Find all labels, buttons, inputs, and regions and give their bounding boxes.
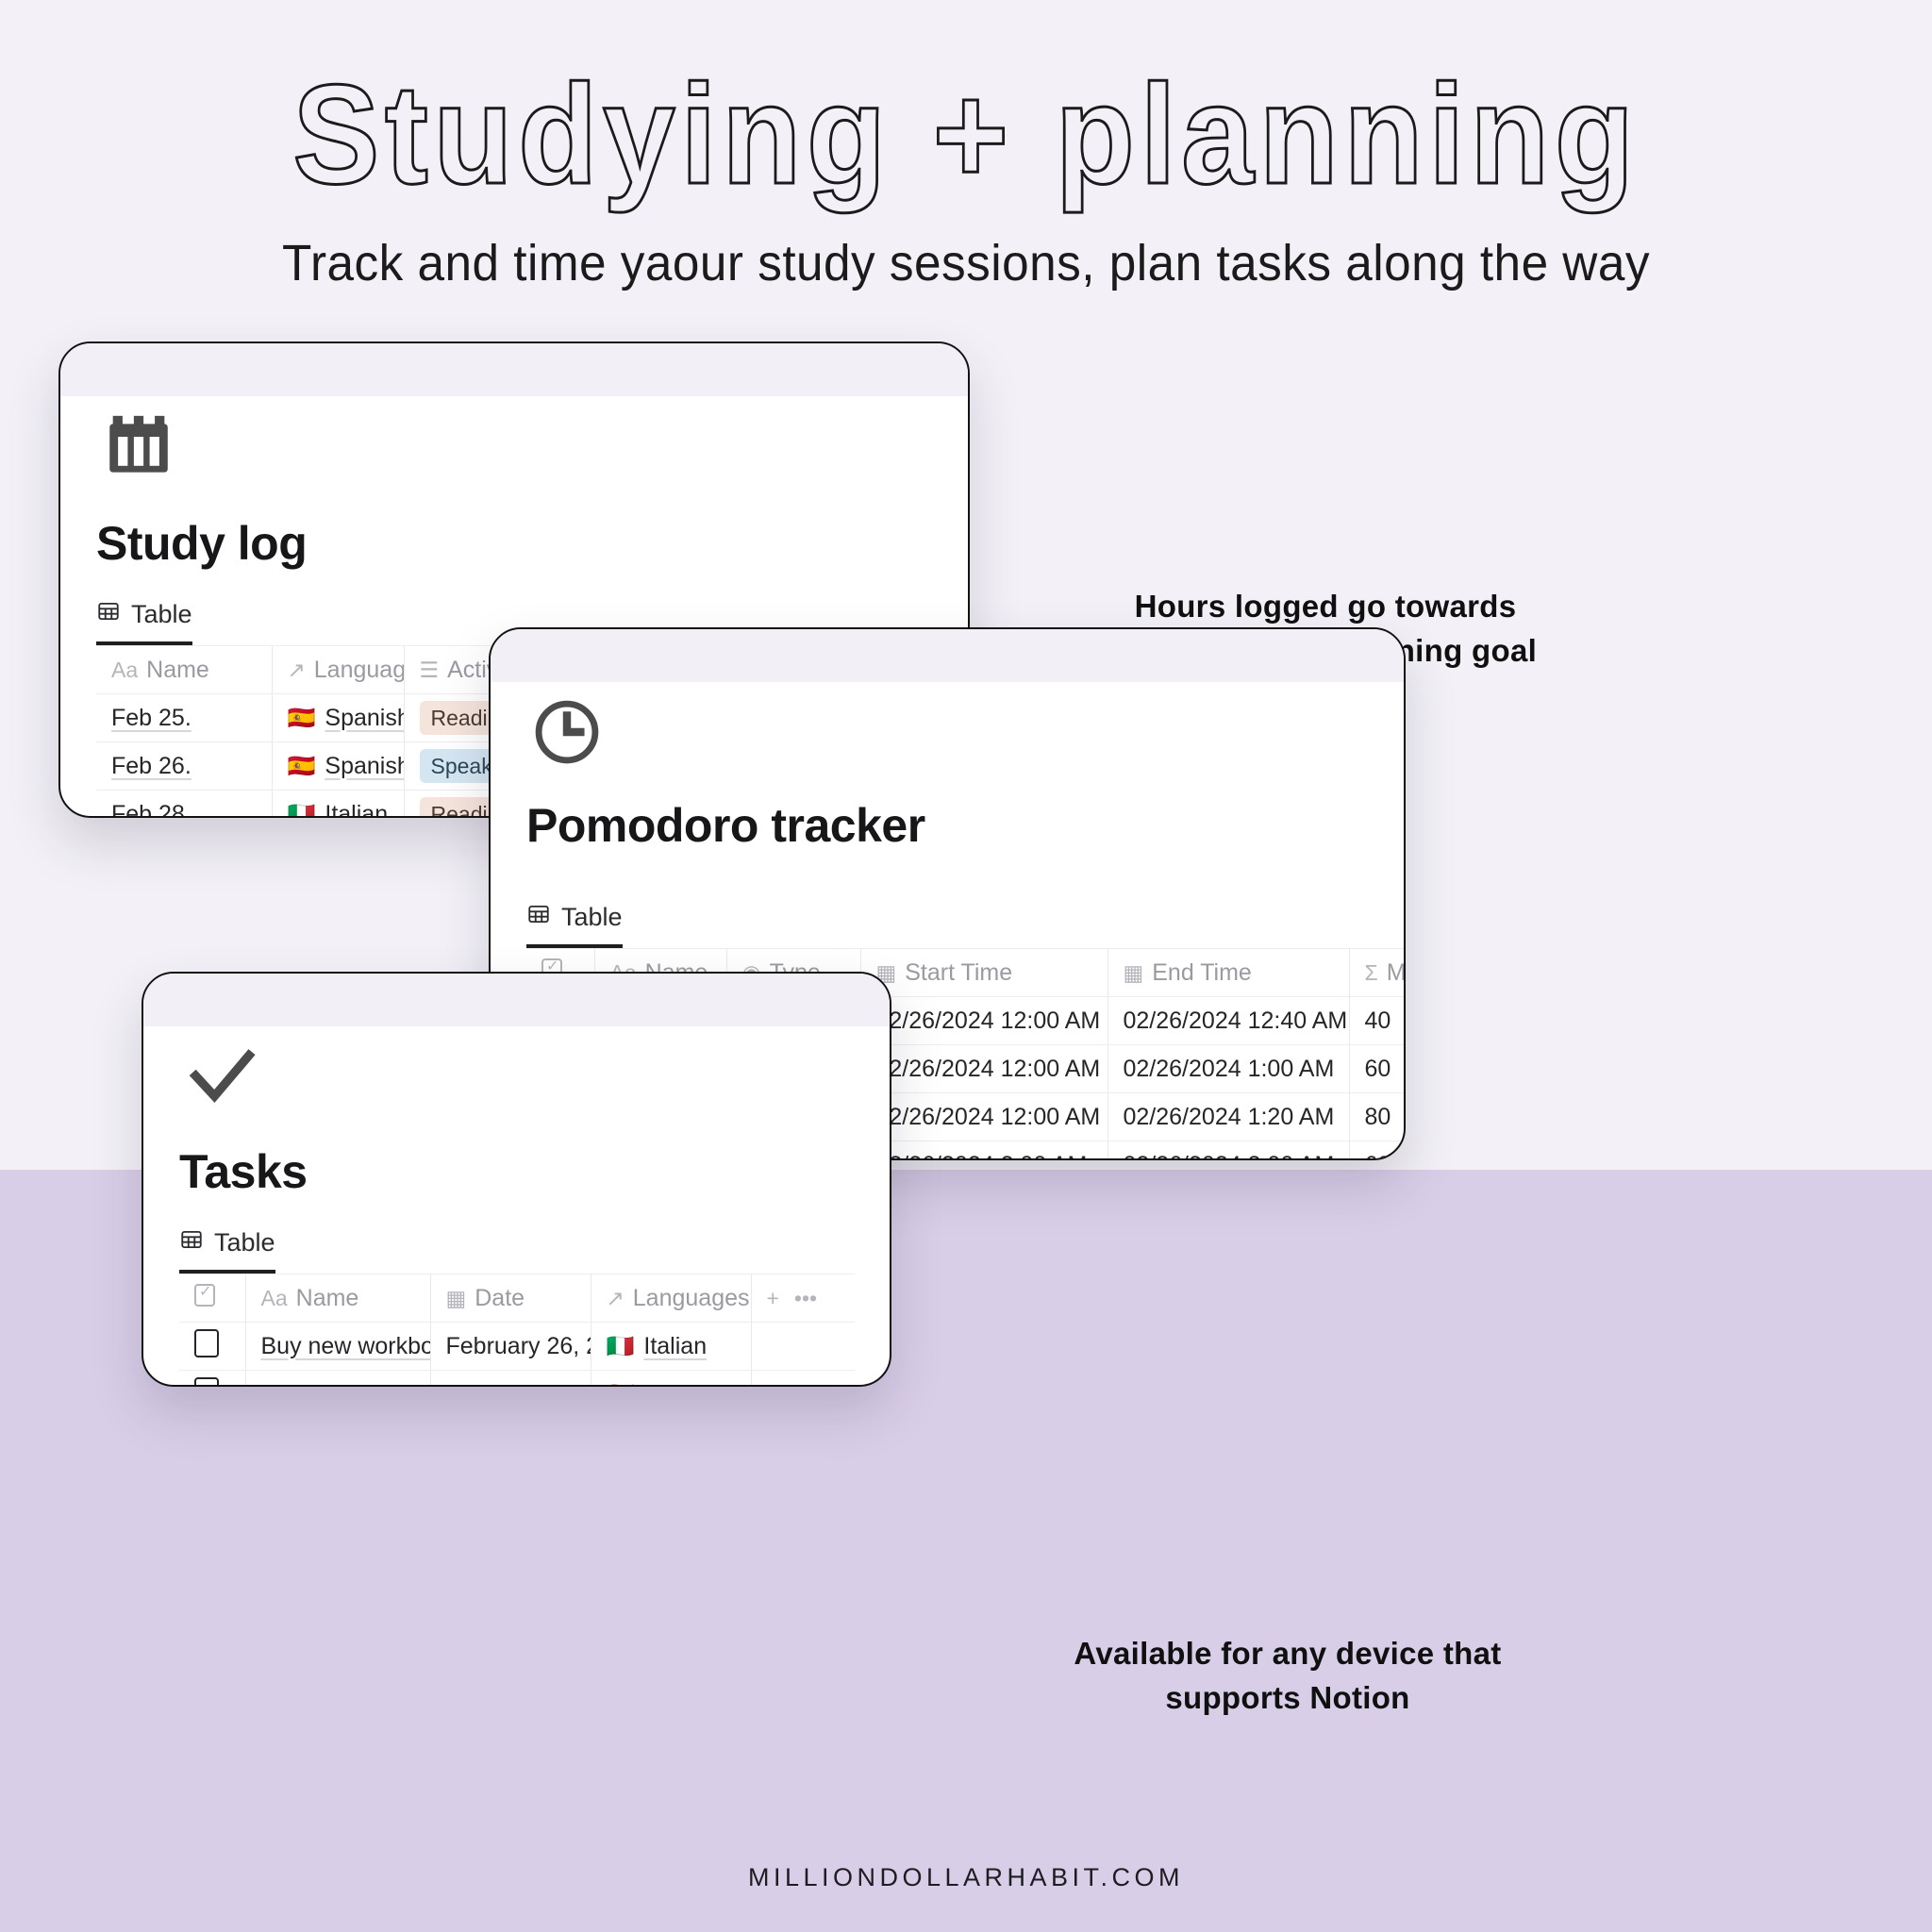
page-header: Studying + planning Track and time yaour… [0, 0, 1932, 292]
relation-icon: ↗ [606, 1285, 625, 1310]
table-view-icon [96, 599, 121, 630]
cell-start-time[interactable]: 02/26/2024 12:00 AM [860, 996, 1108, 1045]
cell-name[interactable]: Feb 28. [96, 790, 273, 816]
col-name[interactable]: AaName [96, 645, 273, 694]
more-options-icon[interactable]: ••• [794, 1286, 817, 1310]
cell-end-time[interactable]: 02/26/2024 1:20 AM [1108, 1092, 1350, 1141]
page-subtitle: Track and time yaour study sessions, pla… [282, 235, 1650, 291]
annotation-any-device: Available for any device that supports N… [1074, 1636, 1502, 1715]
calendar-icon: ▦ [445, 1285, 467, 1310]
study-log-topbar [60, 343, 968, 396]
table-view-icon [526, 902, 551, 933]
tab-table-label: Table [131, 600, 192, 628]
cell-date[interactable]: February 26, 2024 [430, 1322, 591, 1371]
clock-icon [530, 695, 1368, 774]
col-minutes[interactable]: ΣMinutes [1349, 948, 1404, 997]
cell-start-time[interactable]: 02/26/2024 2:00 AM [860, 1141, 1108, 1158]
pomodoro-view-tabs[interactable]: Table [526, 902, 1368, 948]
flag-icon: 🇪🇸 [607, 1382, 635, 1386]
bank-icon [100, 409, 932, 491]
tab-table-label: Table [214, 1228, 275, 1257]
cell-language[interactable]: 🇮🇹 Italian [272, 790, 405, 818]
table-row[interactable]: Buy new workbook February 26, 2024 🇮🇹Ita… [179, 1322, 855, 1371]
tasks-view-tabs[interactable]: Table [179, 1227, 854, 1274]
table-row[interactable]: Organize notes February 27, 2024 🇪🇸Spani… [179, 1370, 855, 1386]
cell-spacer [751, 1370, 855, 1385]
tasks-card[interactable]: Tasks Table AaName ▦Date ↗Languages [142, 972, 891, 1387]
footer-url: MILLIONDOLLARHABIT.COM [747, 1863, 1185, 1891]
cell-name[interactable]: Buy new workbook [245, 1322, 431, 1371]
cell-end-time[interactable]: 02/26/2024 12:40 AM [1108, 996, 1350, 1045]
tasks-title: Tasks [179, 1145, 308, 1198]
multiselect-icon: ☰ [419, 657, 440, 682]
cell-minutes[interactable]: 40 [1349, 996, 1404, 1045]
study-log-title: Study log [96, 517, 308, 570]
text-type-icon: Aa [111, 657, 139, 682]
formula-icon: Σ [1364, 959, 1378, 985]
cell-name[interactable]: Organize notes [245, 1370, 431, 1385]
pomodoro-topbar [491, 629, 1404, 682]
col-date[interactable]: ▦Date [430, 1274, 591, 1323]
cell-spacer [751, 1322, 855, 1371]
pomodoro-title: Pomodoro tracker [526, 799, 925, 852]
tasks-topbar [143, 974, 890, 1026]
row-checkbox [194, 1328, 219, 1357]
cell-start-time[interactable]: 02/26/2024 12:00 AM [860, 1044, 1108, 1093]
cell-end-time[interactable]: 02/26/2024 1:00 AM [1108, 1044, 1350, 1093]
cell-name[interactable]: Feb 25. [96, 693, 273, 742]
checkbox-column-icon [194, 1282, 215, 1307]
flag-icon: 🇮🇹 [287, 801, 316, 818]
col-languages[interactable]: ↗Languages [591, 1274, 752, 1323]
cell-language[interactable]: 🇪🇸Spanish [272, 693, 405, 742]
tab-table-label: Table [561, 903, 623, 931]
tab-table-study-log[interactable]: Table [96, 599, 192, 645]
cell-minutes[interactable]: 60 [1349, 1044, 1404, 1093]
flag-icon: 🇮🇹 [606, 1333, 635, 1359]
page-title: Studying + planning [291, 54, 1640, 215]
calendar-icon: ▦ [1123, 959, 1144, 985]
cell-checkbox[interactable] [179, 1370, 246, 1385]
text-type-icon: Aa [260, 1285, 288, 1310]
cell-language[interactable]: 🇪🇸Spanish [272, 741, 405, 791]
tab-table-pomodoro[interactable]: Table [526, 902, 623, 948]
cell-language[interactable]: 🇪🇸Spanish [591, 1370, 752, 1386]
col-start-time[interactable]: ▦ Start Time [860, 948, 1108, 997]
col-name[interactable]: AaName [245, 1274, 431, 1323]
tasks-table[interactable]: AaName ▦Date ↗Languages + ••• Buy new wo… [179, 1274, 855, 1386]
flag-icon: 🇪🇸 [287, 753, 316, 779]
col-languages[interactable]: ↗Languages [272, 645, 405, 694]
col-add-tasks[interactable]: + ••• [751, 1274, 855, 1323]
cell-language[interactable]: 🇮🇹 Italian [591, 1322, 752, 1371]
tab-table-tasks[interactable]: Table [179, 1227, 275, 1274]
cell-start-time[interactable]: 02/26/2024 12:00 AM [860, 1092, 1108, 1141]
col-end-time[interactable]: ▦ End Time [1108, 948, 1350, 997]
cell-name[interactable]: Feb 26. [96, 741, 273, 791]
checkmark-icon [183, 1040, 854, 1120]
add-column-icon[interactable]: + [767, 1286, 779, 1310]
row-checkbox [194, 1376, 219, 1385]
relation-icon: ↗ [287, 657, 306, 682]
flag-icon: 🇪🇸 [287, 705, 316, 731]
cell-date[interactable]: February 27, 2024 [430, 1370, 591, 1385]
col-checkbox[interactable] [179, 1274, 246, 1323]
table-view-icon [179, 1227, 204, 1258]
cell-end-time[interactable]: 02/26/2024 3:00 AM [1108, 1141, 1350, 1158]
tasks-header-row: AaName ▦Date ↗Languages + ••• [179, 1274, 855, 1323]
cell-checkbox[interactable] [179, 1322, 246, 1371]
cell-minutes[interactable]: 80 [1349, 1092, 1404, 1141]
